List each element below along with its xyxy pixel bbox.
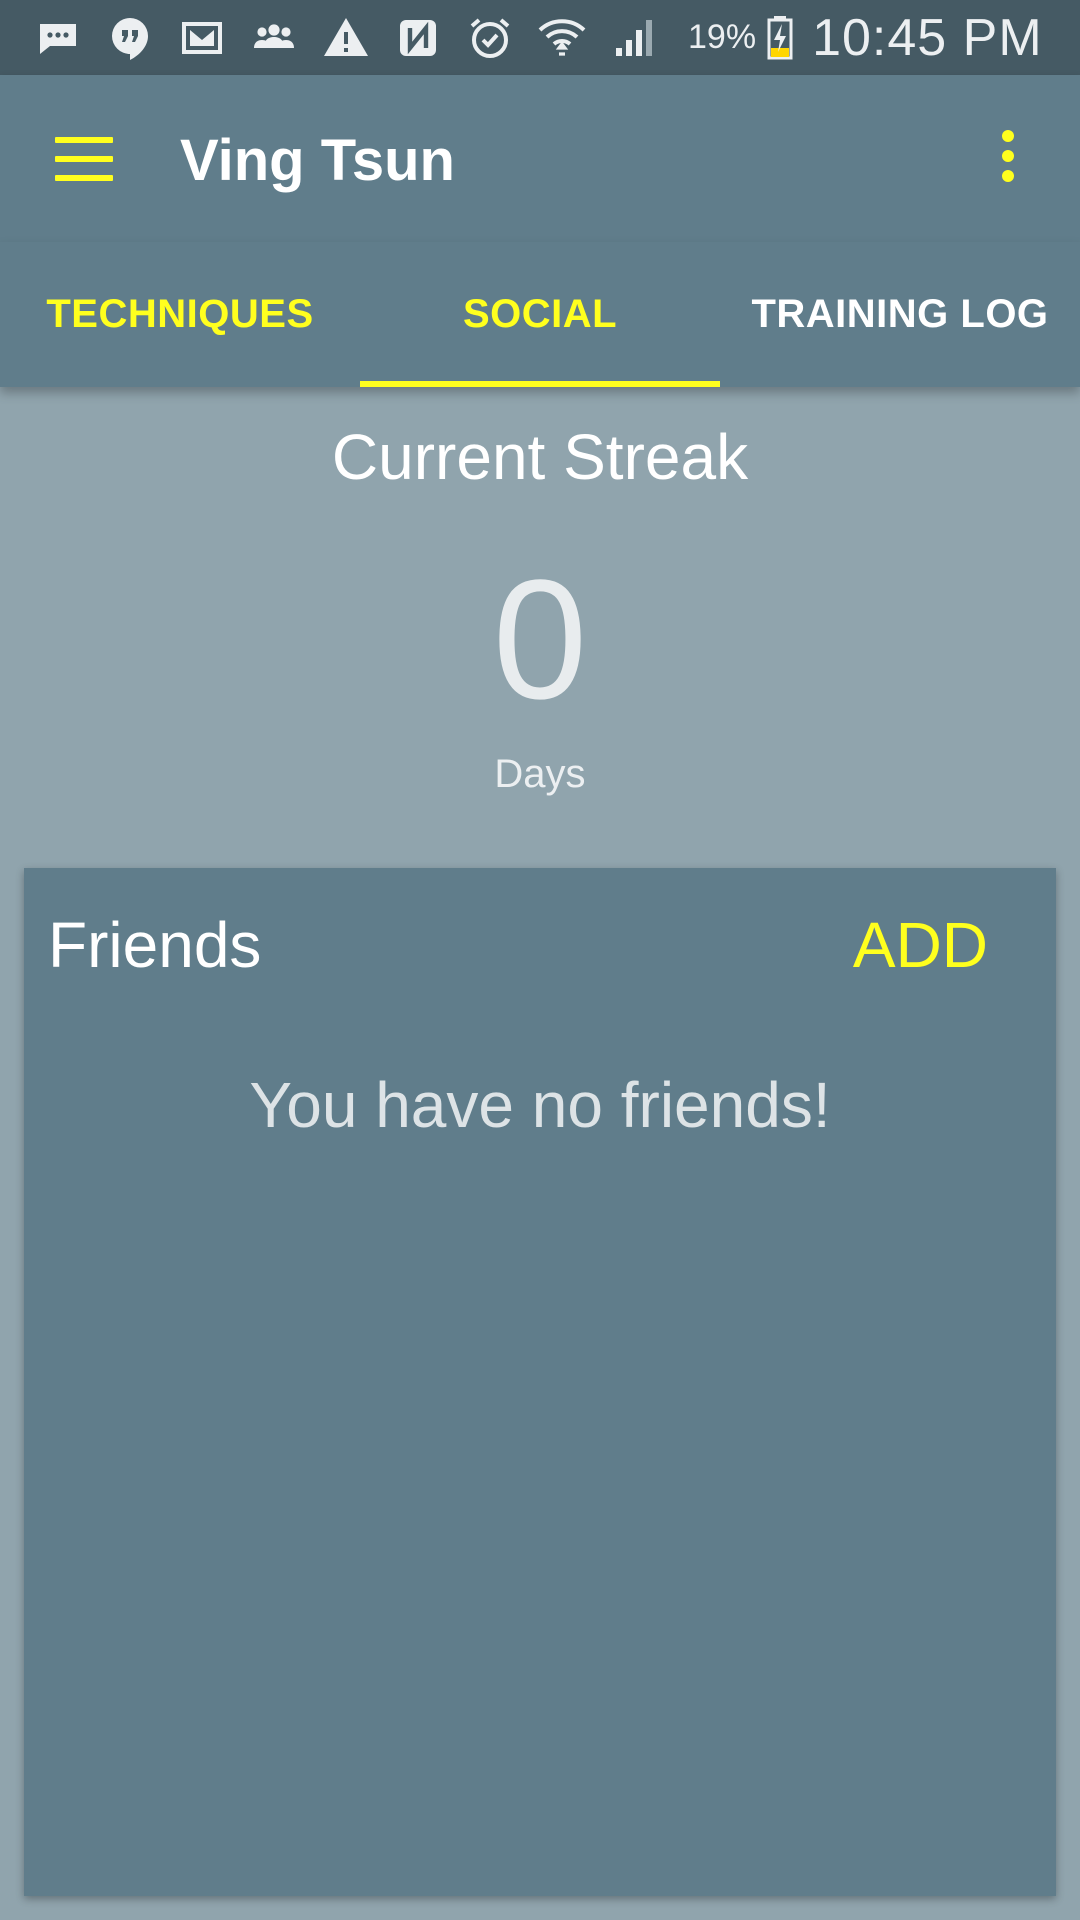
app-title: Ving Tsun	[180, 128, 455, 193]
message-icon	[32, 12, 84, 64]
streak-value: 0	[492, 545, 588, 735]
alarm-icon	[464, 12, 516, 64]
app-bar: Ving Tsun	[0, 75, 1080, 242]
menu-icon[interactable]	[55, 137, 113, 181]
gmail-icon	[176, 12, 228, 64]
tab-social[interactable]: SOCIAL	[360, 242, 720, 387]
friends-card: Friends ADD You have no friends!	[24, 868, 1056, 1896]
wifi-icon	[536, 12, 588, 64]
friends-empty-message: You have no friends!	[249, 1069, 831, 1141]
status-icons	[32, 12, 680, 64]
add-friend-button[interactable]: ADD	[853, 908, 988, 982]
hangouts-icon	[104, 12, 156, 64]
group-icon	[248, 12, 300, 64]
tab-indicator	[360, 381, 720, 387]
friends-title: Friends	[48, 909, 262, 981]
nfc-icon	[392, 12, 444, 64]
signal-icon	[608, 12, 660, 64]
warning-icon	[320, 12, 372, 64]
streak-unit: Days	[494, 752, 586, 796]
clock: 10:45 PM	[812, 8, 1043, 67]
more-options-icon[interactable]	[998, 130, 1018, 186]
tab-techniques[interactable]: TECHNIQUES	[0, 242, 360, 387]
streak-title: Current Streak	[331, 421, 749, 493]
battery-charging-icon	[762, 12, 798, 64]
tab-training-log[interactable]: TRAINING LOG	[720, 242, 1080, 387]
tab-bar: TECHNIQUES SOCIAL TRAINING LOG	[0, 242, 1080, 387]
battery-percent: 19%	[688, 18, 757, 56]
status-bar: 19% 10:45 PM	[0, 0, 1080, 75]
